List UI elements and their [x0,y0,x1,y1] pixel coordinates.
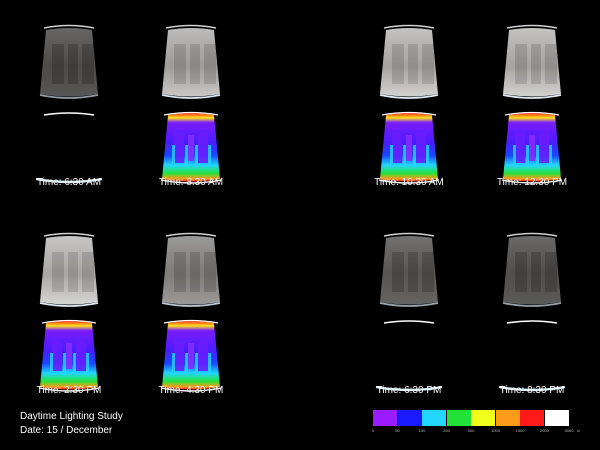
lighting-analysis-image [477,313,587,393]
rendering-image [136,228,246,308]
facade-rendering [502,232,562,307]
time-label: Time: 10:30 AM [374,177,444,188]
illuminance-false-color [160,111,222,184]
legend-swatch [373,410,397,426]
legend-tick-label: 2000 [540,428,549,433]
lighting-analysis-image [14,105,124,185]
lighting-analysis-image [477,105,587,185]
facade-rendering [39,24,99,99]
facade-rendering [502,24,562,99]
rendering-image [354,20,464,100]
lighting-analysis-image [354,105,464,185]
legend-swatch [520,410,544,426]
time-label: Time: 12:30 PM [496,177,568,188]
illuminance-false-color [501,111,563,184]
lighting-analysis-image [136,105,246,185]
rendering-image [14,228,124,308]
legend-swatch [446,410,471,426]
rendering-image [14,20,124,100]
legend-tick-label: 1000 [491,428,500,433]
legend-swatch [422,410,446,426]
legend-swatch [471,410,495,426]
rendering-image [477,228,587,308]
facade-rendering [161,24,221,99]
facade-rendering [379,232,439,307]
rendering-image [354,228,464,308]
illuminance-false-color [160,319,222,392]
legend-tick-label: 500 [467,428,475,433]
illuminance-false-color [35,112,103,184]
legend-tick-label: 0 [371,428,375,433]
legend-swatch [544,410,569,426]
legend-tick-label: 50 [395,428,400,433]
legend-swatch [495,410,520,426]
time-label: Time: 4:30 PM [158,385,224,396]
facade-rendering [39,232,99,307]
lighting-analysis-image [136,313,246,393]
illuminance-false-color [38,319,100,392]
facade-rendering [379,24,439,99]
legend-tick-label: 250 [443,428,450,433]
lighting-analysis-image [14,313,124,393]
lighting-analysis-image [354,313,464,393]
rendering-image [477,20,587,100]
study-date: Date: 15 / December [20,425,113,436]
time-label: Time: 6:30 PM [376,385,442,396]
study-title: Daytime Lighting Study [20,411,123,422]
time-label: Time: 8:30 PM [499,385,565,396]
legend-swatch [397,410,422,426]
illuminance-false-color [375,320,443,392]
illuminance-false-color [498,320,566,392]
legend-unit-label: lx [577,428,580,433]
rendering-image [136,20,246,100]
legend-tick-label: 1500 [515,428,525,433]
facade-rendering [161,232,221,307]
time-label: Time: 2:30 PM [36,385,102,396]
illuminance-false-color [378,111,440,184]
time-label: Time: 6:30 AM [36,177,102,188]
time-label: Time: 8:30 AM [158,177,224,188]
illuminance-legend: 0 50 100 250 500 1000 1500 2000 3000 lx [365,410,585,445]
legend-tick-label: 100 [418,428,426,433]
